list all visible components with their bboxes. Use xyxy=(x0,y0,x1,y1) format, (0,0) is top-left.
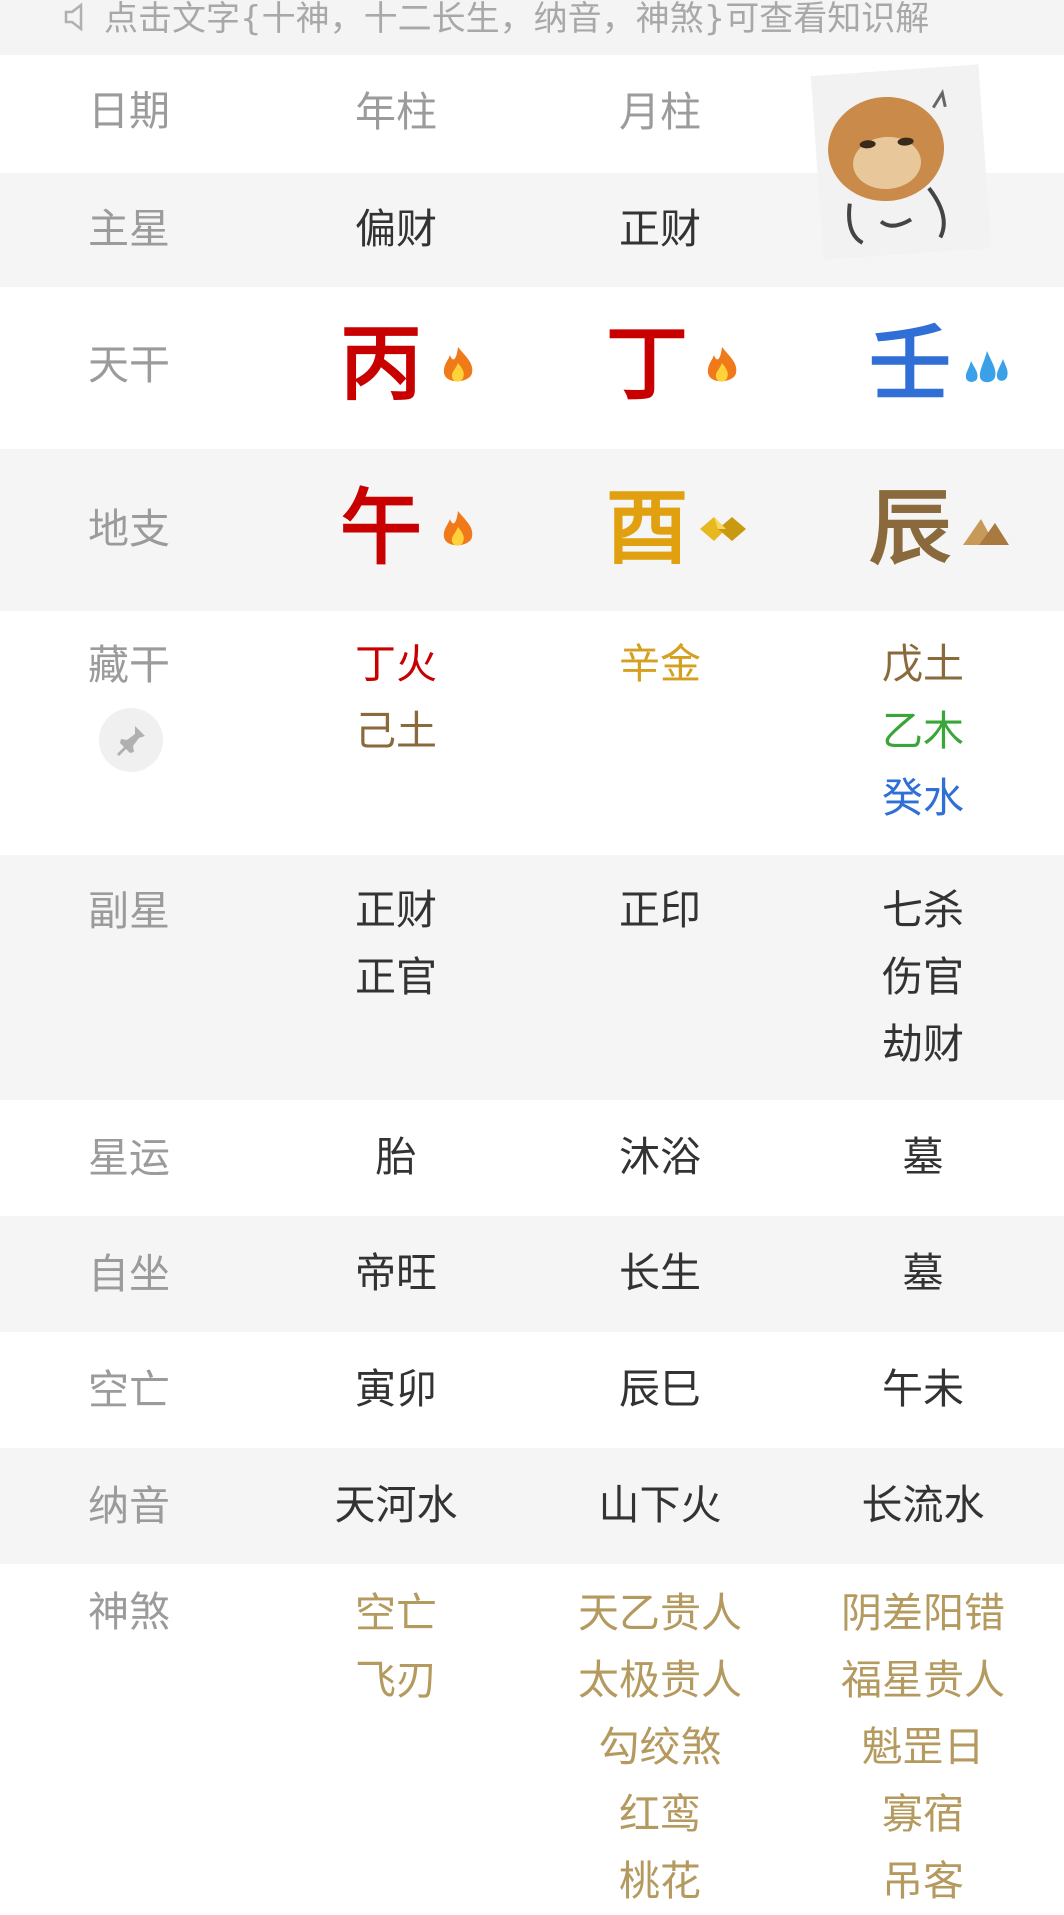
shensha-item[interactable]: 福星贵人 xyxy=(793,1647,1053,1714)
hidden-stems-day: 戊土 乙木 癸水 xyxy=(793,631,1053,832)
row-earthly-branch: 地支 午 酉 辰 xyxy=(0,449,1064,611)
row-label: 空亡 xyxy=(88,1366,170,1414)
gold-ingot-icon xyxy=(700,517,746,541)
self-seat-day[interactable]: 墓 xyxy=(793,1240,1053,1307)
row-label: 地支 xyxy=(88,505,170,553)
water-drops-icon xyxy=(965,351,1008,383)
row-self-seat: 自坐 帝旺 长生 墓 xyxy=(0,1216,1064,1332)
shensha-item[interactable]: 红鸾 xyxy=(530,1781,790,1848)
shensha-day: 阴差阳错 福星贵人 魁罡日 寡宿 吊客 xyxy=(793,1580,1053,1915)
shensha-month: 天乙贵人 太极贵人 勾绞煞 红鸾 桃花 xyxy=(530,1580,790,1915)
hidden-stem-item[interactable]: 辛金 xyxy=(530,631,790,698)
nayin-day[interactable]: 长流水 xyxy=(793,1472,1053,1539)
hidden-stems-year: 丁火 己土 xyxy=(266,631,526,765)
branch-day-char: 辰 xyxy=(869,481,952,576)
shensha-item[interactable]: 桃花 xyxy=(530,1848,790,1915)
row-shensha: 神煞 空亡 飞刃 天乙贵人 太极贵人 勾绞煞 红鸾 桃花 阴差阳错 福星贵人 魁… xyxy=(0,1564,1064,1909)
mountain-icon xyxy=(963,519,1009,545)
branch-year-char: 午 xyxy=(340,481,423,576)
header-label-date: 日期 xyxy=(88,87,170,135)
self-seat-month[interactable]: 长生 xyxy=(530,1240,790,1307)
shensha-item[interactable]: 勾绞煞 xyxy=(530,1714,790,1781)
shensha-item[interactable]: 空亡 xyxy=(266,1580,526,1647)
stem-year-char: 丙 xyxy=(340,317,423,412)
secondary-star-item[interactable]: 劫财 xyxy=(793,1011,1053,1078)
row-label: 自坐 xyxy=(88,1250,170,1298)
shensha-year: 空亡 飞刃 xyxy=(266,1580,526,1714)
hidden-stems-month: 辛金 xyxy=(530,631,790,698)
branch-day[interactable]: 辰 xyxy=(793,469,1053,589)
row-nayin: 纳音 天河水 山下火 长流水 xyxy=(0,1448,1064,1564)
hidden-stem-item[interactable]: 癸水 xyxy=(793,765,1053,832)
hidden-stem-item[interactable]: 丁火 xyxy=(266,631,526,698)
shensha-item[interactable]: 天乙贵人 xyxy=(530,1580,790,1647)
branch-month-char: 酉 xyxy=(606,481,689,576)
stem-day[interactable]: 壬 xyxy=(793,305,1053,425)
secondary-star-item[interactable]: 伤官 xyxy=(793,944,1053,1011)
pin-button[interactable] xyxy=(99,708,163,772)
hidden-stem-item[interactable]: 乙木 xyxy=(793,698,1053,765)
void-month[interactable]: 辰巳 xyxy=(530,1356,790,1423)
void-day[interactable]: 午未 xyxy=(793,1356,1053,1423)
tip-text: 点击文字{十神，十二长生，纳音，神煞}可查看知识解 xyxy=(104,0,930,39)
star-fortune-month[interactable]: 沐浴 xyxy=(530,1124,790,1191)
row-heavenly-stem: 天干 丙 丁 壬 xyxy=(0,287,1064,449)
secondary-stars-day: 七杀 伤官 劫财 xyxy=(793,877,1053,1078)
row-label: 纳音 xyxy=(88,1482,170,1530)
stem-day-char: 壬 xyxy=(869,317,952,412)
secondary-star-item[interactable]: 正官 xyxy=(266,944,526,1011)
main-star-year[interactable]: 偏财 xyxy=(266,196,526,263)
shensha-item[interactable]: 寡宿 xyxy=(793,1781,1053,1848)
header-month-pillar: 月柱 xyxy=(619,88,701,136)
flame-icon xyxy=(707,347,737,382)
row-label: 天干 xyxy=(88,341,170,389)
shensha-item[interactable]: 吊客 xyxy=(793,1848,1053,1915)
shensha-item[interactable]: 魁罡日 xyxy=(793,1714,1053,1781)
stem-month-char: 丁 xyxy=(606,317,689,412)
row-label: 星运 xyxy=(88,1134,170,1182)
secondary-stars-year: 正财 正官 xyxy=(266,877,526,1011)
flame-icon xyxy=(443,347,473,382)
star-fortune-year[interactable]: 胎 xyxy=(266,1124,526,1191)
row-label: 神煞 xyxy=(88,1588,170,1636)
nayin-year[interactable]: 天河水 xyxy=(266,1472,526,1539)
star-fortune-day[interactable]: 墓 xyxy=(793,1124,1053,1191)
shensha-item[interactable]: 飞刃 xyxy=(266,1647,526,1714)
main-star-month[interactable]: 正财 xyxy=(530,196,790,263)
nayin-month[interactable]: 山下火 xyxy=(530,1472,790,1539)
flame-icon xyxy=(443,511,473,546)
speaker-icon xyxy=(64,2,83,32)
branch-month[interactable]: 酉 xyxy=(530,469,790,589)
stem-month[interactable]: 丁 xyxy=(530,305,790,425)
row-label: 副星 xyxy=(88,887,170,935)
shensha-item[interactable]: 太极贵人 xyxy=(530,1647,790,1714)
hidden-stem-item[interactable]: 己土 xyxy=(266,698,526,765)
row-void: 空亡 寅卯 辰巳 午未 xyxy=(0,1332,1064,1448)
row-label: 主星 xyxy=(88,205,170,253)
secondary-star-item[interactable]: 正财 xyxy=(266,877,526,944)
self-seat-year[interactable]: 帝旺 xyxy=(266,1240,526,1307)
shensha-item[interactable]: 阴差阳错 xyxy=(793,1580,1053,1647)
pin-icon xyxy=(117,726,145,756)
stem-year[interactable]: 丙 xyxy=(266,305,526,425)
header-year-pillar: 年柱 xyxy=(355,88,437,136)
row-label: 藏干 xyxy=(88,641,170,689)
void-year[interactable]: 寅卯 xyxy=(266,1356,526,1423)
row-star-fortune: 星运 胎 沐浴 墓 xyxy=(0,1100,1064,1216)
branch-year[interactable]: 午 xyxy=(266,469,526,589)
tip-bar: 点击文字{十神，十二长生，纳音，神煞}可查看知识解 xyxy=(0,0,1064,55)
secondary-star-item[interactable]: 正印 xyxy=(530,877,790,944)
row-secondary-stars: 副星 正财 正官 正印 七杀 伤官 劫财 xyxy=(0,855,1064,1100)
hidden-stem-item[interactable]: 戊土 xyxy=(793,631,1053,698)
cat-sticker-image xyxy=(828,88,947,245)
secondary-stars-month: 正印 xyxy=(530,877,790,944)
cat-sticker xyxy=(810,64,992,260)
secondary-star-item[interactable]: 七杀 xyxy=(793,877,1053,944)
